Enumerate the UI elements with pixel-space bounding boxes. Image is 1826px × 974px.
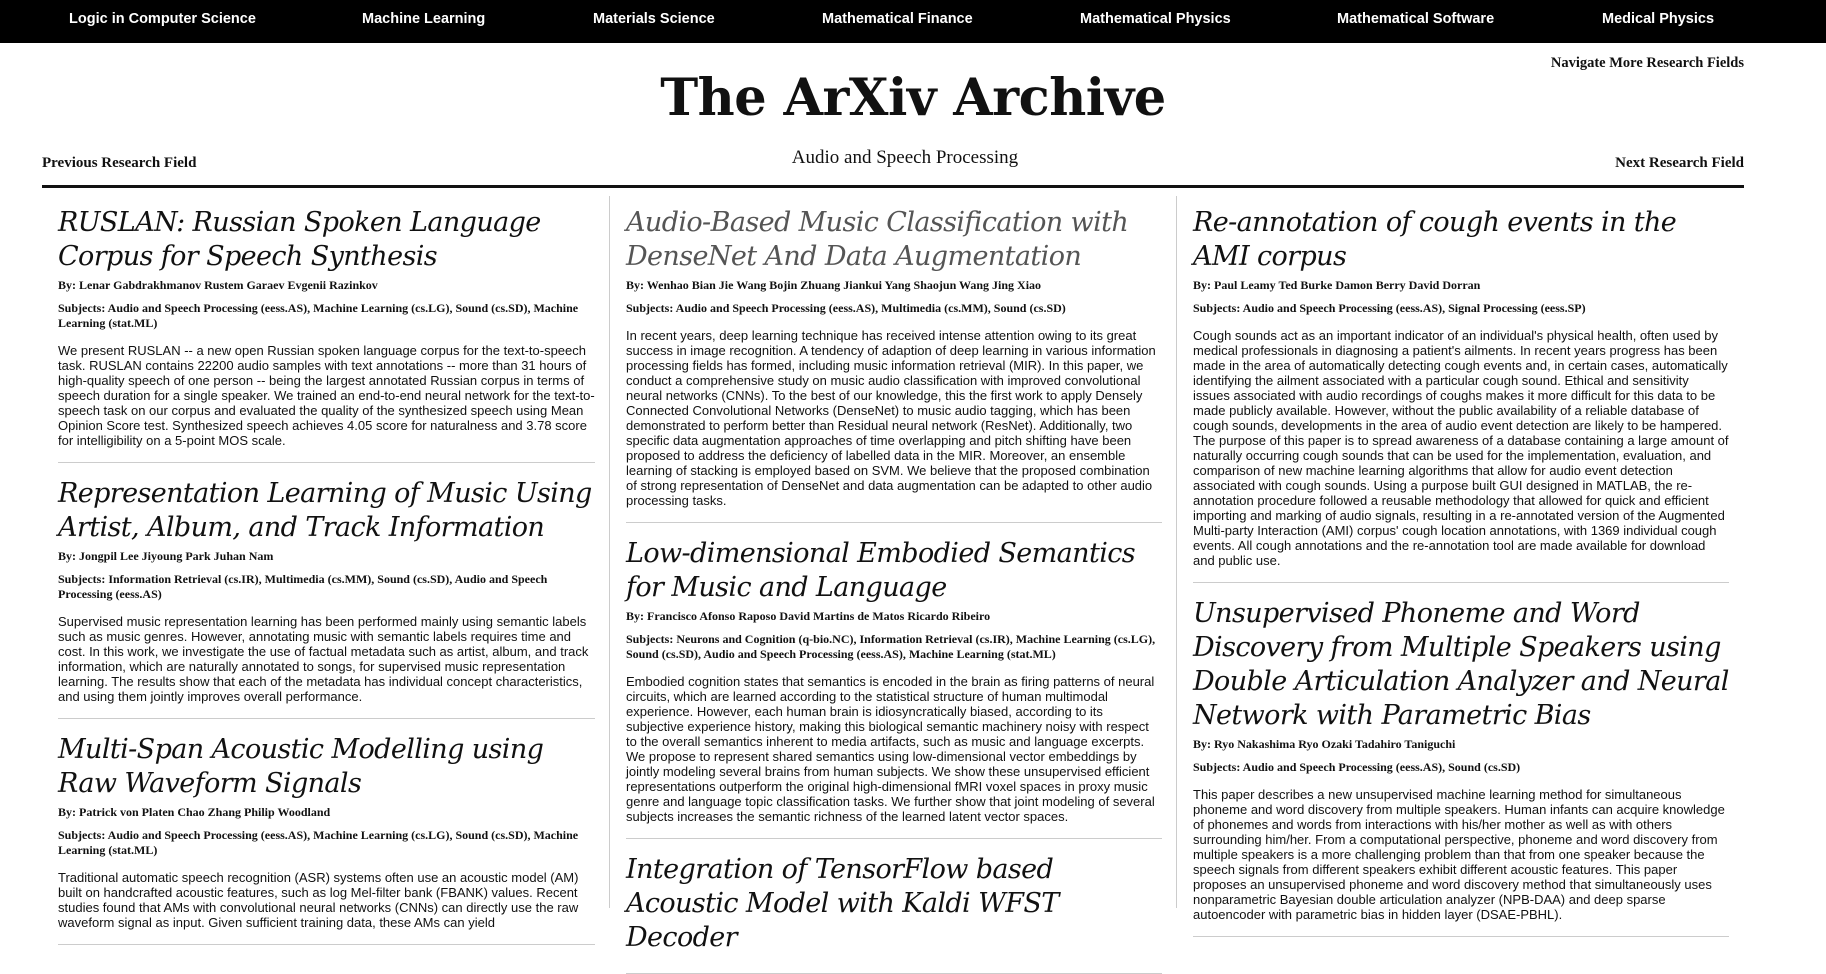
topnav-link-logic-in-cs[interactable]: Logic in Computer Science <box>69 11 256 27</box>
article-authors: By: Wenhao Bian Jie Wang Bojin Zhuang Ji… <box>626 278 1042 292</box>
article-title-link[interactable]: Audio-Based Music Classification with De… <box>626 206 1162 274</box>
site-title: The ArXiv Archive <box>660 68 1166 128</box>
article-abstract: This paper describes a new unsupervised … <box>1193 787 1725 922</box>
article-abstract: Supervised music representation learning… <box>58 614 589 704</box>
topnav-link-mathematical-physics[interactable]: Mathematical Physics <box>1080 11 1231 27</box>
article-title-link[interactable]: Representation Learning of Music Using A… <box>58 477 595 545</box>
article-columns: RUSLAN: Russian Spoken Language Corpus f… <box>42 196 1744 974</box>
article-authors: By: Patrick von Platen Chao Zhang Philip… <box>58 805 331 819</box>
article-column-1: RUSLAN: Russian Spoken Language Corpus f… <box>42 196 609 945</box>
article-card: Multi-Span Acoustic Modelling using Raw … <box>58 733 595 945</box>
article-title-link[interactable]: Unsupervised Phoneme and Word Discovery … <box>1193 597 1729 733</box>
article-subjects: Subjects: Information Retrieval (cs.IR),… <box>58 572 548 601</box>
header-divider <box>42 185 1744 188</box>
article-card: Audio-Based Music Classification with De… <box>626 206 1162 523</box>
topnav-link-materials-science[interactable]: Materials Science <box>593 11 715 27</box>
article-subjects: Subjects: Audio and Speech Processing (e… <box>58 301 579 330</box>
next-field-link[interactable]: Next Research Field <box>1615 155 1744 172</box>
article-card: Representation Learning of Music Using A… <box>58 477 595 719</box>
article-card: Integration of TensorFlow based Acoustic… <box>626 853 1162 974</box>
topnav-link-machine-learning[interactable]: Machine Learning <box>362 11 485 27</box>
article-abstract: Cough sounds act as an important indicat… <box>1193 328 1729 568</box>
article-authors: By: Francisco Afonso Raposo David Martin… <box>626 609 991 623</box>
article-subjects: Subjects: Neurons and Cognition (q-bio.N… <box>626 632 1156 661</box>
article-card: Re-annotation of cough events in the AMI… <box>1193 206 1729 583</box>
previous-field-link[interactable]: Previous Research Field <box>42 155 196 172</box>
article-subjects: Subjects: Audio and Speech Processing (e… <box>626 301 1066 315</box>
article-column-2: Audio-Based Music Classification with De… <box>609 196 1176 974</box>
article-abstract: We present RUSLAN -- a new open Russian … <box>58 343 595 448</box>
article-authors: By: Lenar Gabdrakhmanov Rustem Garaev Ev… <box>58 278 378 292</box>
article-title-link[interactable]: Low-dimensional Embodied Semantics for M… <box>626 537 1162 605</box>
topnav-link-mathematical-software[interactable]: Mathematical Software <box>1337 11 1494 27</box>
topnav-link-medical-physics[interactable]: Medical Physics <box>1602 11 1714 27</box>
article-authors: By: Ryo Nakashima Ryo Ozaki Tadahiro Tan… <box>1193 737 1456 751</box>
article-title-link[interactable]: Integration of TensorFlow based Acoustic… <box>626 853 1162 955</box>
top-navigation-bar: Logic in Computer Science Machine Learni… <box>0 0 1826 43</box>
article-title-link[interactable]: Multi-Span Acoustic Modelling using Raw … <box>58 733 595 801</box>
topnav-link-mathematical-finance[interactable]: Mathematical Finance <box>822 11 973 27</box>
article-card: RUSLAN: Russian Spoken Language Corpus f… <box>58 206 595 463</box>
article-abstract: Embodied cognition states that semantics… <box>626 674 1155 824</box>
article-authors: By: Jongpil Lee Jiyoung Park Juhan Nam <box>58 549 274 563</box>
article-card: Unsupervised Phoneme and Word Discovery … <box>1193 597 1729 937</box>
article-subjects: Subjects: Audio and Speech Processing (e… <box>1193 760 1521 774</box>
article-title-link[interactable]: Re-annotation of cough events in the AMI… <box>1193 206 1729 274</box>
article-abstract: Traditional automatic speech recognition… <box>58 870 579 930</box>
article-card: Low-dimensional Embodied Semantics for M… <box>626 537 1162 839</box>
article-subjects: Subjects: Audio and Speech Processing (e… <box>58 828 579 857</box>
article-authors: By: Paul Leamy Ted Burke Damon Berry Dav… <box>1193 278 1481 292</box>
article-abstract: In recent years, deep learning technique… <box>626 328 1156 508</box>
article-column-3: Re-annotation of cough events in the AMI… <box>1176 196 1743 937</box>
article-title-link[interactable]: RUSLAN: Russian Spoken Language Corpus f… <box>58 206 595 274</box>
research-field-name: Audio and Speech Processing <box>791 147 1019 168</box>
article-subjects: Subjects: Audio and Speech Processing (e… <box>1193 301 1586 315</box>
